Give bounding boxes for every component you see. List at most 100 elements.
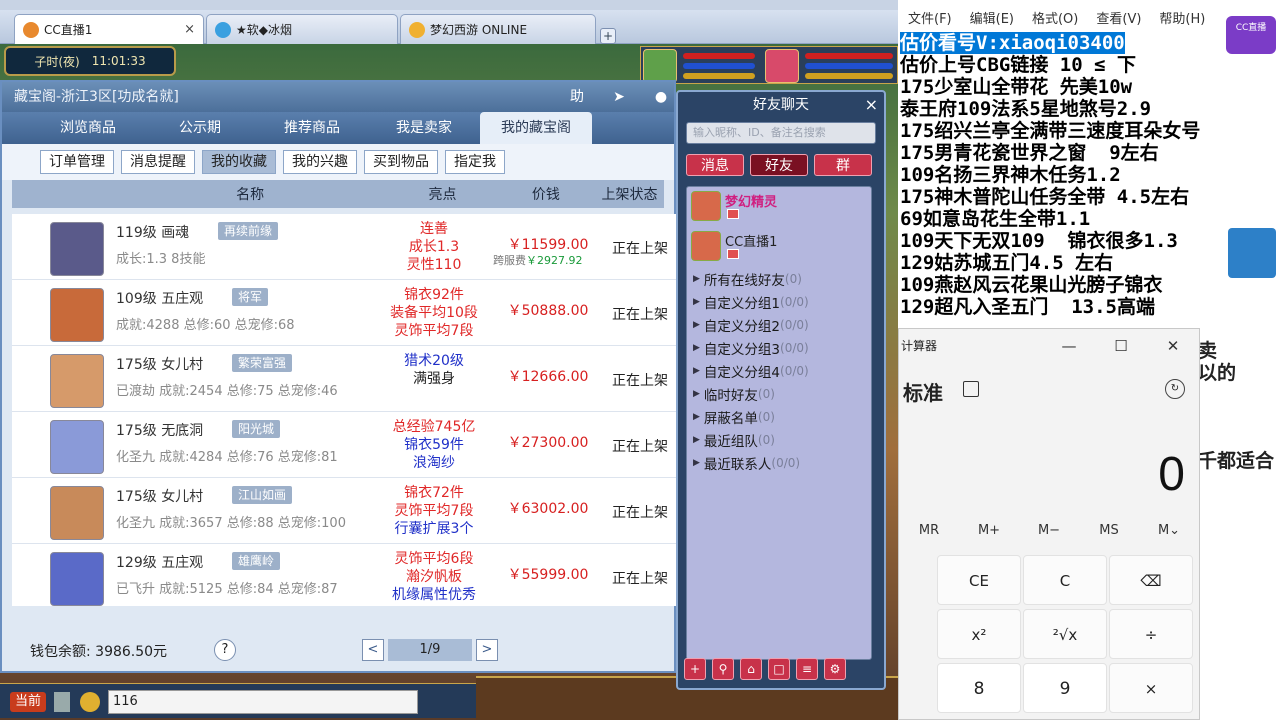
close-icon[interactable]: ×	[865, 92, 878, 118]
table-row[interactable]: 175级 女儿村 繁荣富强 已渡劫 成就:2454 总修:75 总宠修:46 猎术20…	[12, 346, 676, 412]
tab-browse[interactable]: 浏览商品	[32, 112, 144, 144]
subtab-designated[interactable]: 指定我	[445, 150, 505, 174]
tab-my-cbg[interactable]: 我的藏宝阁	[480, 112, 592, 144]
square-button[interactable]: x²	[937, 609, 1021, 659]
friend-search-input[interactable]: 输入昵称、ID、备注名搜索	[686, 122, 876, 144]
selected-text: 估价看号V:xiaoqi03400	[900, 32, 1125, 54]
help-button[interactable]: 助	[564, 86, 590, 108]
new-tab-button[interactable]: +	[600, 28, 616, 44]
digit-9-button[interactable]: 9	[1023, 663, 1107, 713]
friend-group[interactable]: ▶ 最近联系人 (0/0)	[687, 451, 871, 474]
tab-friends[interactable]: 好友	[750, 154, 808, 176]
memory-recall-button[interactable]: MR	[899, 523, 959, 547]
subtab-orders[interactable]: 订单管理	[40, 150, 114, 174]
subtab-favorites[interactable]: 我的收藏	[202, 150, 276, 174]
add-friend-icon[interactable]: +	[684, 658, 706, 680]
keep-on-top-icon[interactable]	[963, 381, 979, 397]
table-row[interactable]: 129级 五庄观 雄鹰岭 已飞升 成就:5125 总修:84 总宠修:87 灵饰平均6…	[12, 544, 676, 606]
menu-edit[interactable]: 编辑(E)	[970, 8, 1014, 27]
notepad-text[interactable]: 估价看号V:xiaoqi03400 估价上号CBG链接 10 ≤ 下 175少室山全…	[900, 32, 1280, 332]
tab-recommend[interactable]: 推荐商品	[256, 112, 368, 144]
notepad-hidden-tail: 卖以的 千都适合	[1198, 340, 1274, 472]
menu-view[interactable]: 查看(V)	[1096, 8, 1141, 27]
microphone-icon[interactable]	[54, 692, 70, 712]
table-row[interactable]: 109级 五庄观 将军 成就:4288 总修:60 总宠修:68 锦衣92件 装备平均1…	[12, 280, 676, 346]
notepad-line: 109名扬三界神木任务1.2	[900, 164, 1121, 186]
friend-group[interactable]: ▶ 最近组队 (0)	[687, 428, 871, 451]
friend-group[interactable]: ▶ 自定义分组4 (0/0)	[687, 359, 871, 382]
tab-messages[interactable]: 消息	[686, 154, 744, 176]
history-icon[interactable]: ↻	[1165, 379, 1185, 399]
search-icon[interactable]: ⚲	[712, 658, 734, 680]
chevron-right-icon: ▶	[693, 273, 700, 284]
share-icon[interactable]: ➤	[606, 86, 632, 108]
tab-groups[interactable]: 群	[814, 154, 872, 176]
memory-store-button[interactable]: MS	[1079, 523, 1139, 547]
highlights: 锦衣92件 装备平均10段 灵饰平均7段	[384, 286, 484, 340]
divide-button[interactable]: ÷	[1109, 609, 1193, 659]
table-row[interactable]: 119级 画魂 再续前缘 成长:1.3 8技能 连善 成长1.3 灵性110 ￥11599.…	[12, 214, 676, 280]
col-name: 名称	[236, 187, 265, 203]
side-widget[interactable]	[1228, 228, 1276, 278]
backspace-button[interactable]: ⌫	[1109, 555, 1193, 605]
memory-list-button[interactable]: M⌄	[1139, 523, 1199, 547]
highlight-text: 灵饰平均6段	[394, 551, 474, 567]
notepad-line: 69如意岛花生全带1.1	[900, 208, 1091, 230]
list-icon[interactable]: ≡	[796, 658, 818, 680]
calculator-display: 0	[1158, 448, 1185, 501]
help-icon[interactable]: ?	[214, 639, 236, 661]
highlight-text: 机缘属性优秀	[392, 587, 476, 603]
close-tab-icon[interactable]: ×	[184, 22, 195, 37]
clear-entry-button[interactable]: CE	[937, 555, 1021, 605]
friend-group[interactable]: ▶ 所有在线好友 (0)	[687, 267, 871, 290]
chevron-right-icon: ▶	[693, 319, 700, 330]
group-label: 临时好友	[703, 387, 758, 404]
character-detail: 化圣九 成就:3657 总修:88 总宠修:100	[116, 516, 346, 531]
subtab-purchased[interactable]: 买到物品	[364, 150, 438, 174]
table-row[interactable]: 175级 女儿村 江山如画 化圣九 成就:3657 总修:88 总宠修:100 锦衣7…	[12, 478, 676, 544]
calculator-mode[interactable]: 标准	[903, 377, 943, 406]
browser-tab-bingyan[interactable]: ★软◆冰烟	[206, 14, 398, 44]
subtab-interests[interactable]: 我的兴趣	[283, 150, 357, 174]
browser-tab-mhxy[interactable]: 梦幻西游 ONLINE	[400, 14, 596, 44]
home-icon[interactable]: ⌂	[740, 658, 762, 680]
friend-chat-panel: 好友聊天 × 输入昵称、ID、备注名搜索 消息 好友 群 梦幻精灵 CC直播1 …	[676, 90, 886, 690]
friend-group[interactable]: ▶ 自定义分组1 (0/0)	[687, 290, 871, 313]
menu-help[interactable]: 帮助(H)	[1159, 8, 1205, 27]
chat-channel-button[interactable]: 当前	[10, 692, 46, 712]
friend-item[interactable]: CC直播1	[687, 227, 871, 267]
minimize-button[interactable]: —	[1043, 329, 1095, 363]
browser-tab-cc-live[interactable]: CC直播1 ×	[14, 14, 204, 44]
memory-add-button[interactable]: M+	[959, 523, 1019, 547]
next-page-button[interactable]: >	[476, 639, 498, 661]
minimize-icon[interactable]: ●	[648, 86, 674, 108]
listing-status: 正在上架	[612, 571, 668, 587]
memory-subtract-button[interactable]: M−	[1019, 523, 1079, 547]
page-indicator: 1/9	[388, 639, 472, 661]
friend-group[interactable]: ▶ 自定义分组2 (0/0)	[687, 313, 871, 336]
player-avatar[interactable]	[765, 49, 799, 83]
friend-group[interactable]: ▶ 屏蔽名单 (0)	[687, 405, 871, 428]
pet-avatar[interactable]	[643, 49, 677, 83]
multiply-button[interactable]: ×	[1109, 663, 1193, 713]
table-row[interactable]: 175级 无底洞 阳光城 化圣九 成就:4284 总修:76 总宠修:81 总经验74…	[12, 412, 676, 478]
clear-button[interactable]: C	[1023, 555, 1107, 605]
friend-group[interactable]: ▶ 自定义分组3 (0/0)	[687, 336, 871, 359]
emoji-icon[interactable]	[80, 692, 100, 712]
tab-seller[interactable]: 我是卖家	[368, 112, 480, 144]
digit-8-button[interactable]: 8	[937, 663, 1021, 713]
gift-icon[interactable]: □	[768, 658, 790, 680]
close-button[interactable]: ✕	[1147, 329, 1199, 363]
subtab-messages[interactable]: 消息提醒	[121, 150, 195, 174]
maximize-button[interactable]: ☐	[1095, 329, 1147, 363]
friend-item[interactable]: 梦幻精灵	[687, 187, 871, 227]
character-level-school: 175级 无底洞	[116, 423, 204, 439]
menu-format[interactable]: 格式(O)	[1032, 8, 1078, 27]
sqrt-button[interactable]: ²√x	[1023, 609, 1107, 659]
menu-file[interactable]: 文件(F)	[908, 8, 952, 27]
chat-input[interactable]: 116	[108, 690, 418, 714]
gear-icon[interactable]: ⚙	[824, 658, 846, 680]
friend-group[interactable]: ▶ 临时好友 (0)	[687, 382, 871, 405]
tab-public[interactable]: 公示期	[144, 112, 256, 144]
prev-page-button[interactable]: <	[362, 639, 384, 661]
